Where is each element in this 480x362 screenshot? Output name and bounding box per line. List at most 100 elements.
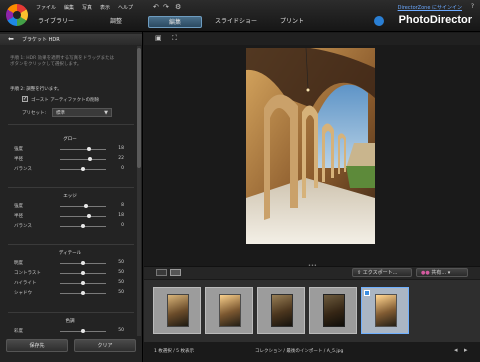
slider-label: 強度: [14, 147, 23, 152]
slider-thumb[interactable]: [81, 224, 85, 228]
slider-track[interactable]: [60, 261, 106, 265]
slider-label: 半径: [14, 157, 23, 162]
slider-label: ハイライト: [14, 281, 37, 286]
slider-label: コントラスト: [14, 271, 41, 276]
slider-label: シャドウ: [14, 291, 32, 296]
photo-preview: [246, 48, 375, 244]
slider-thumb[interactable]: [81, 167, 85, 171]
menu-view[interactable]: 表示: [100, 4, 110, 11]
thumbnail-selected[interactable]: [361, 287, 409, 334]
brand-name: PhotoDirector: [398, 14, 472, 26]
arcade-photo: [246, 48, 375, 244]
slider-label: バランス: [14, 224, 32, 229]
slider-value: 22: [118, 156, 124, 161]
compare-icon[interactable]: ▣: [155, 34, 162, 42]
thumbnail[interactable]: [257, 287, 305, 334]
slider-label: 明度: [14, 261, 23, 266]
settings-icon[interactable]: ⚙: [175, 3, 181, 11]
page-prev-icon[interactable]: ◂: [454, 346, 458, 354]
slider-value: 50: [118, 328, 124, 333]
slider-value: 50: [118, 280, 124, 285]
preset-label: プリセット:: [22, 111, 47, 116]
preset-dropdown[interactable]: 標準 ▼: [52, 108, 112, 117]
left-scrollbar-thumb[interactable]: [137, 48, 141, 168]
slider-thumb[interactable]: [81, 261, 85, 265]
share-icon: ●●: [421, 270, 432, 276]
section-title: グロー: [63, 137, 77, 142]
thumbnail-image: [167, 294, 189, 327]
slider-thumb[interactable]: [83, 204, 88, 208]
section-title: エッジ: [63, 194, 77, 199]
divider: [8, 244, 134, 245]
list-view-icon[interactable]: [170, 269, 181, 276]
back-arrow-icon[interactable]: ⬅: [8, 35, 14, 43]
tab-adjust[interactable]: 調整: [96, 16, 136, 28]
slider-track[interactable]: [60, 329, 106, 333]
file-path: コレクション / 最後のインポート / A_5.jpg: [255, 349, 344, 354]
slider-thumb[interactable]: [86, 147, 91, 151]
ghost-checkbox[interactable]: ✓: [22, 96, 28, 102]
tab-library[interactable]: ライブラリー: [36, 16, 76, 28]
slider-track[interactable]: [60, 281, 106, 285]
brand-icon: [374, 16, 384, 26]
slider-value: 18: [118, 213, 124, 218]
help-icon[interactable]: ?: [471, 3, 474, 10]
selected-badge-icon: [364, 290, 370, 296]
slider-track[interactable]: [60, 157, 106, 161]
slider-value: 0: [121, 223, 124, 228]
section-title: 色調: [65, 319, 75, 324]
slider-track[interactable]: [60, 204, 106, 208]
tab-slideshow[interactable]: スライドショー: [208, 16, 264, 28]
slider-value: 50: [118, 270, 124, 275]
divider: [8, 124, 134, 125]
fullscreen-icon[interactable]: ⛶: [172, 34, 177, 43]
share-label: 共有...: [431, 270, 447, 276]
slider-track[interactable]: [60, 147, 106, 151]
slider-value: 50: [118, 260, 124, 265]
thumbnail[interactable]: [153, 287, 201, 334]
thumbnail-image: [271, 294, 293, 327]
panel-intro-text: 手順 1: HDR 効果を適用する写真をドラッグまたは ボタンをクリックして選択…: [10, 56, 115, 67]
step2-text: 手順 2: 調整を行います。: [10, 87, 62, 92]
slider-thumb[interactable]: [81, 329, 85, 333]
app-logo-icon: [6, 4, 28, 26]
grid-view-icon[interactable]: [156, 269, 167, 276]
slider-value: 18: [118, 146, 124, 151]
redo-icon[interactable]: ↷: [163, 3, 169, 11]
slider-label: 半径: [14, 214, 23, 219]
view-toolbar: [144, 33, 480, 45]
menu-help[interactable]: ヘルプ: [118, 4, 133, 11]
menu-edit[interactable]: 編集: [64, 4, 74, 11]
divider: [8, 312, 134, 313]
selection-count: 1 枚選択 / 5 枚表示: [154, 349, 194, 354]
menu-photo[interactable]: 写真: [82, 4, 92, 11]
tab-edit[interactable]: 編集: [148, 16, 202, 28]
thumbnail[interactable]: [309, 287, 357, 334]
undo-icon[interactable]: ↶: [153, 3, 159, 11]
menu-file[interactable]: ファイル: [36, 4, 56, 11]
slider-value: 0: [121, 166, 124, 171]
slider-track[interactable]: [60, 271, 106, 275]
slider-label: 強度: [14, 204, 23, 209]
export-label: エクスポート...: [362, 270, 398, 276]
section-title: ディテール: [58, 251, 82, 256]
tab-print[interactable]: プリント: [270, 16, 314, 28]
slider-thumb[interactable]: [86, 214, 91, 218]
slider-thumb[interactable]: [81, 281, 85, 285]
slider-track[interactable]: [60, 214, 106, 218]
thumbnail[interactable]: [205, 287, 253, 334]
page-next-icon[interactable]: ▸: [464, 346, 468, 354]
slider-thumb[interactable]: [81, 271, 85, 275]
directorzone-signin-link[interactable]: DirectorZone にサインイン: [398, 4, 462, 11]
export-button[interactable]: ⇪ エクスポート...: [352, 268, 412, 277]
slider-track[interactable]: [60, 224, 106, 228]
slider-value: 8: [121, 203, 124, 208]
share-button[interactable]: ●● 共有... ▾: [416, 268, 468, 277]
slider-track[interactable]: [60, 167, 106, 171]
save-button[interactable]: 保存先: [6, 339, 68, 352]
slider-label: バランス: [14, 167, 32, 172]
clear-button[interactable]: クリア: [74, 339, 136, 352]
divider: [8, 187, 134, 188]
slider-track[interactable]: [60, 291, 106, 295]
slider-thumb[interactable]: [81, 291, 85, 295]
